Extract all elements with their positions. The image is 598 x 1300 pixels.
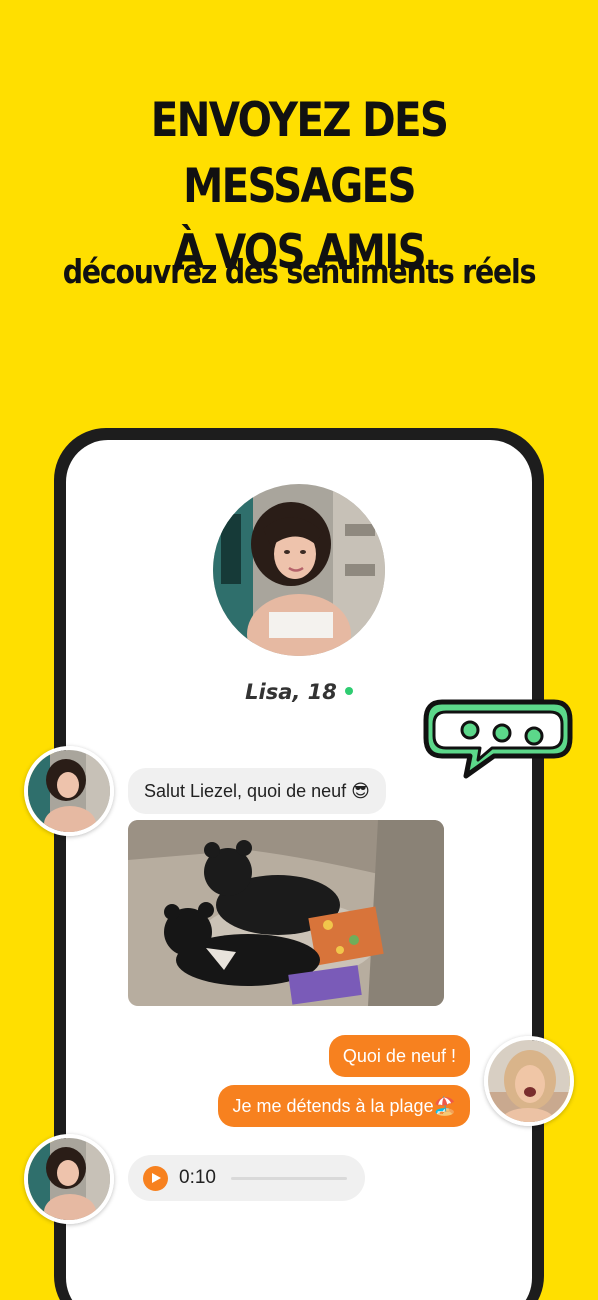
play-icon[interactable] [143,1166,168,1191]
typing-indicator-icon [420,694,576,780]
outgoing-message: Quoi de neuf ! [328,1035,470,1077]
gif-message[interactable] [128,820,444,1006]
incoming-message: Salut Liezel, quoi de neuf 😎 [128,768,386,814]
online-dot-icon [344,687,353,695]
voice-progress-track[interactable] [231,1177,347,1180]
profile-avatar[interactable] [213,484,385,656]
outgoing-message: Je me détends à la plage🏖️ [218,1085,470,1127]
contact-avatar[interactable] [24,1134,114,1224]
voice-duration: 0:10 [179,1167,216,1188]
message-text: Je me détends à la plage🏖️ [232,1096,456,1116]
promo-subtitle: découvrez des sentiments réels [62,252,537,291]
headline-line-1: ENVOYEZ DES MESSAGES [150,93,449,214]
voice-message[interactable]: 0:10 [128,1155,365,1201]
message-text: Quoi de neuf ! [342,1046,456,1066]
user-avatar[interactable] [484,1036,574,1126]
message-text: Salut Liezel, quoi de neuf 😎 [144,781,370,801]
profile-name-text: Lisa, 18 [245,680,337,704]
contact-avatar[interactable] [24,746,114,836]
